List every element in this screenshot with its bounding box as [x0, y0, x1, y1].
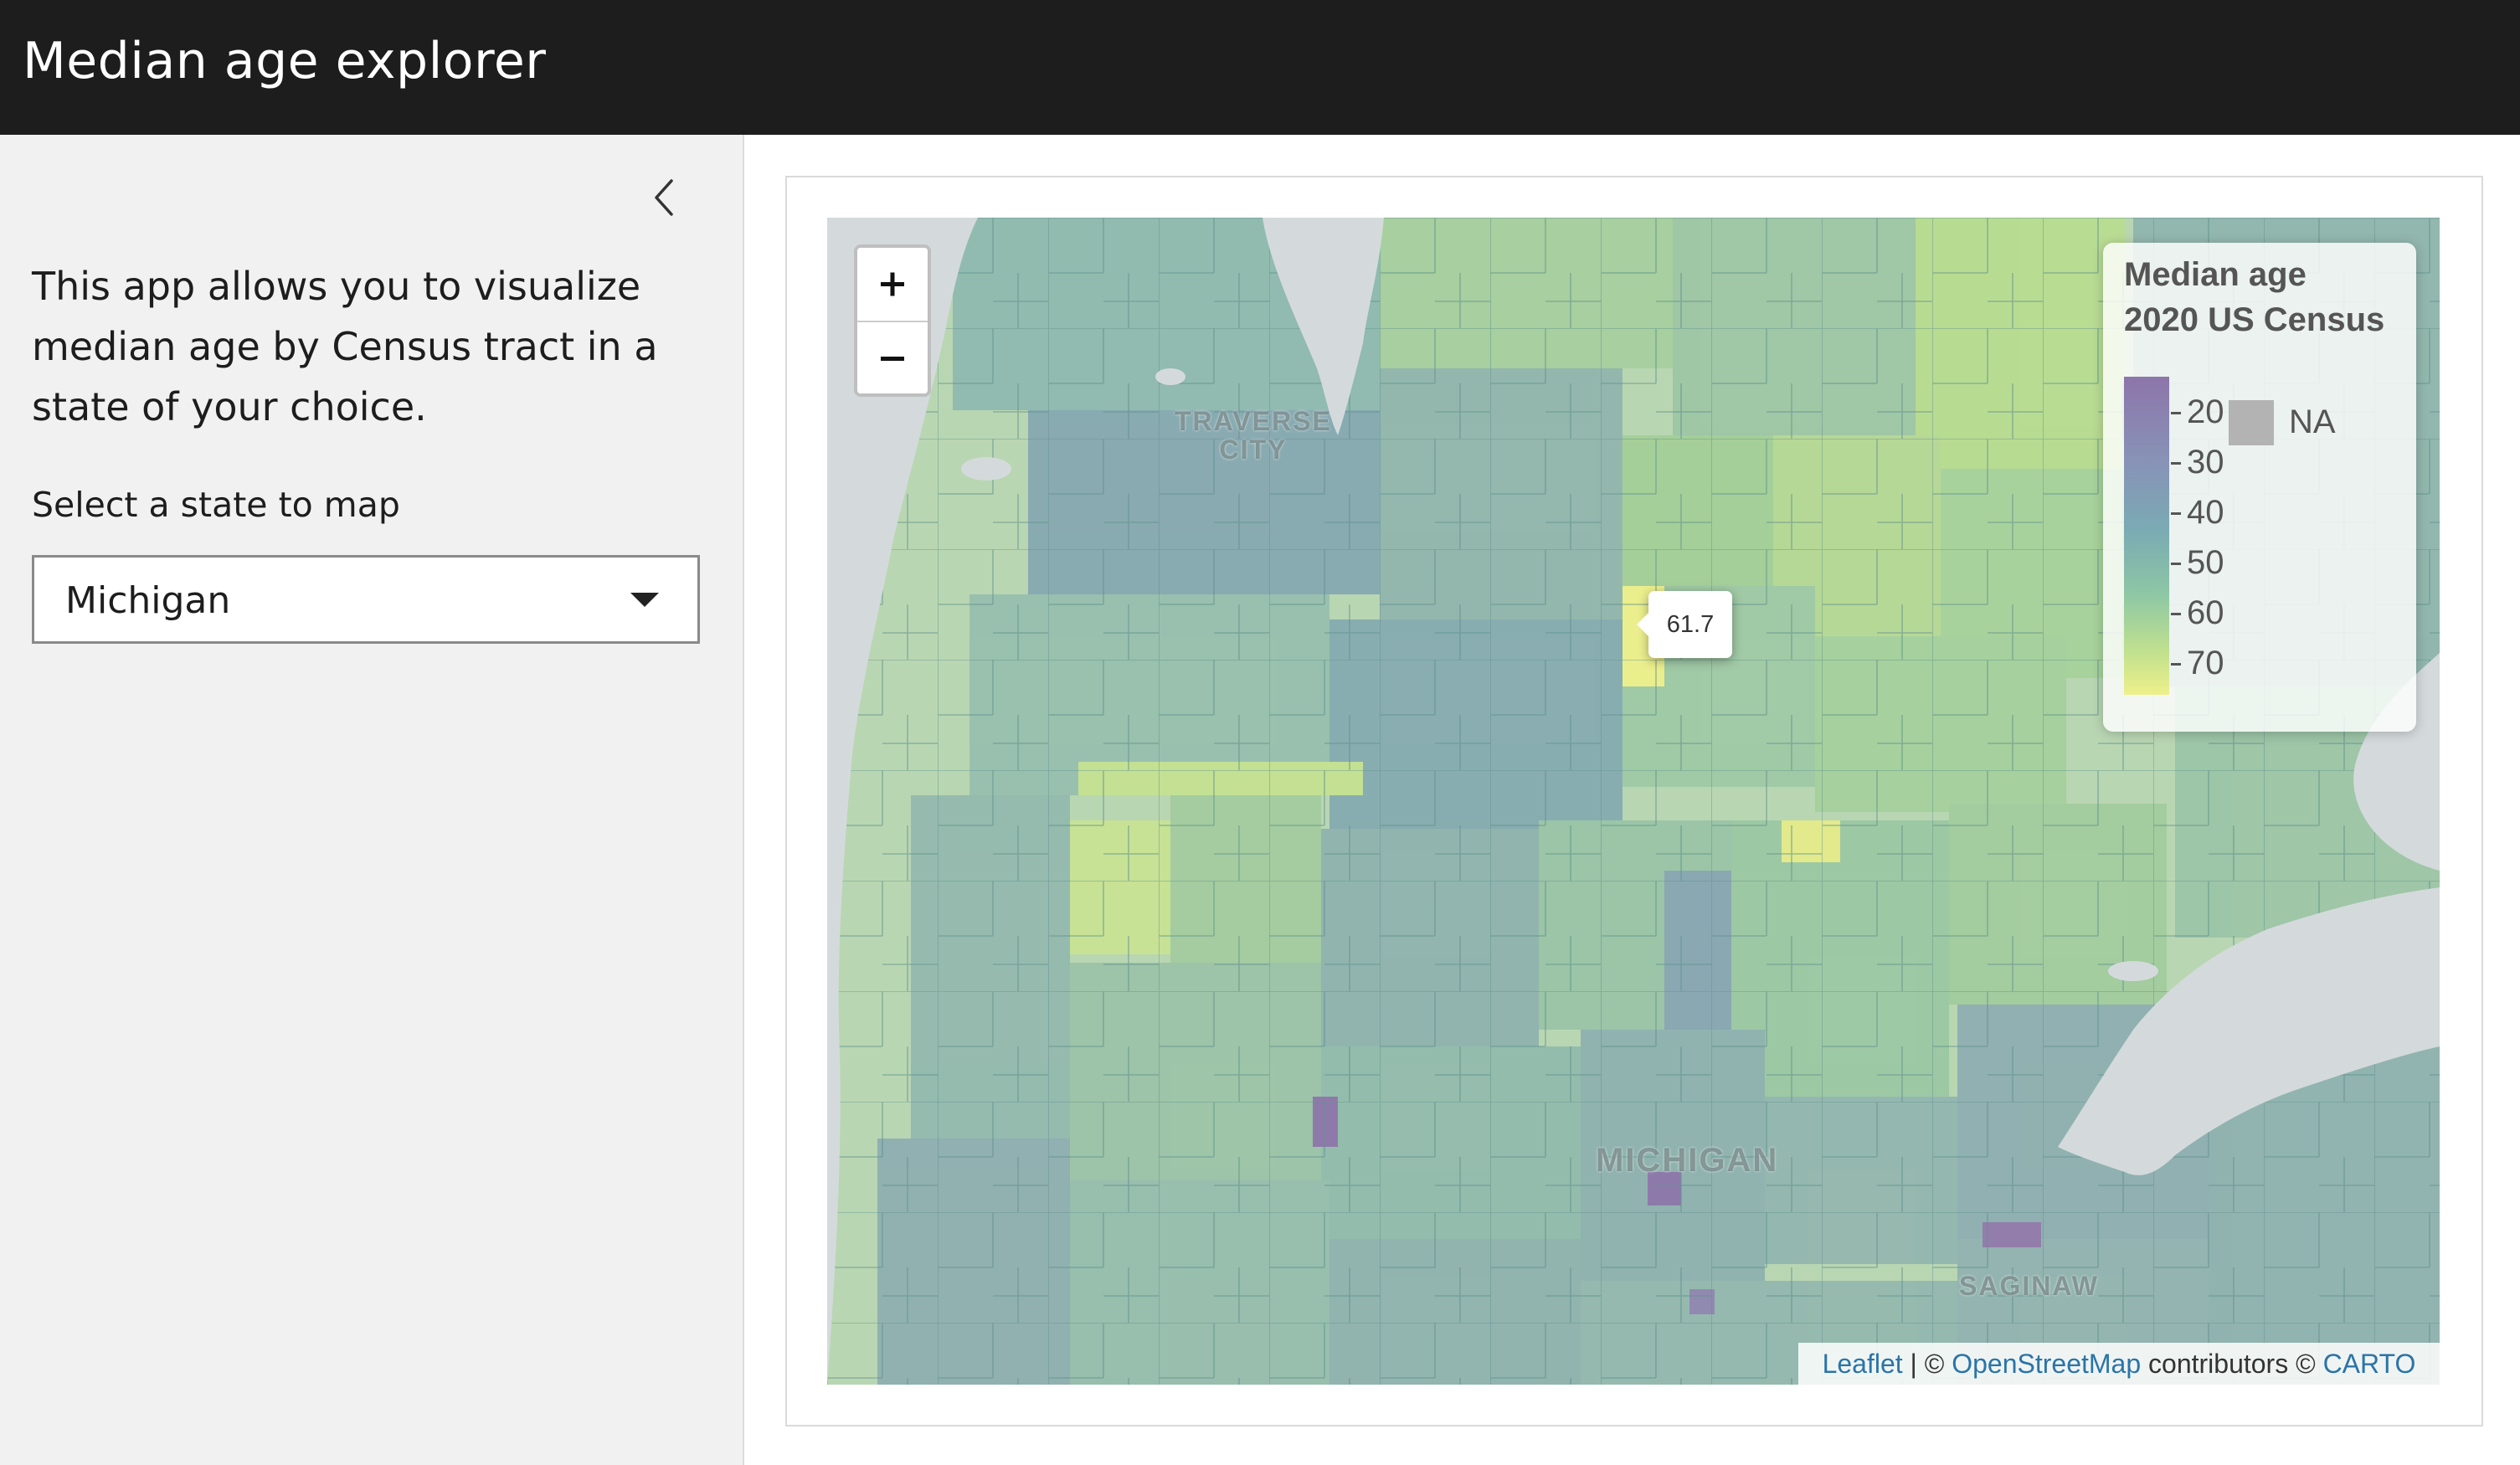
legend-tick-mark	[2171, 512, 2181, 515]
state-select[interactable]: Michigan	[32, 555, 700, 644]
minus-icon	[881, 357, 904, 361]
state-select-value: Michigan	[65, 579, 231, 622]
caret-down-icon	[630, 593, 659, 607]
map-attribution: Leaflet | © OpenStreetMap contributors ©…	[1798, 1343, 2440, 1385]
leaflet-link[interactable]: Leaflet	[1823, 1349, 1903, 1380]
tooltip-value: 61.7	[1666, 610, 1715, 638]
map-label-city: CITY	[1219, 434, 1288, 465]
legend-tick-mark	[2171, 563, 2181, 565]
legend-tick-30: 30	[2187, 444, 2224, 481]
map-legend: Median age 2020 US Census 20 30 40 50 60…	[2103, 243, 2416, 732]
map-label-michigan: MICHIGAN	[1596, 1142, 1779, 1179]
legend-tick-20: 20	[2187, 393, 2224, 430]
openstreetmap-link[interactable]: OpenStreetMap	[1952, 1349, 2141, 1380]
legend-tick-40: 40	[2187, 494, 2224, 531]
app-title: Median age explorer	[23, 32, 547, 90]
legend-color-ramp	[2124, 377, 2169, 695]
app-header: Median age explorer	[0, 0, 2520, 135]
chevron-left-icon[interactable]	[645, 172, 687, 223]
plus-icon	[881, 272, 904, 296]
map-label-traverse-city: TRAVERSE CITY	[1175, 407, 1332, 464]
state-select-label: Select a state to map	[32, 485, 400, 525]
zoom-out-button[interactable]	[857, 322, 928, 393]
carto-link[interactable]: CARTO	[2323, 1349, 2416, 1380]
map-label-saginaw: SAGINAW	[1959, 1271, 2099, 1301]
tooltip-pointer	[1637, 613, 1648, 636]
legend-na-swatch	[2229, 400, 2274, 445]
map[interactable]: TRAVERSE CITY MICHIGAN SAGINAW 61.7 Medi…	[827, 218, 2440, 1385]
legend-tick-50: 50	[2187, 544, 2224, 581]
map-tooltip: 61.7	[1637, 591, 1732, 658]
legend-tick-mark	[2171, 663, 2181, 666]
legend-tick-mark	[2171, 613, 2181, 615]
zoom-in-button[interactable]	[857, 248, 928, 322]
legend-title-line2: 2020 US Census	[2124, 301, 2385, 338]
zoom-control	[854, 244, 931, 397]
legend-tick-mark	[2171, 462, 2181, 465]
legend-tick-70: 70	[2187, 645, 2224, 681]
attribution-sep: | ©	[1902, 1348, 1952, 1379]
legend-na-label: NA	[2289, 404, 2336, 440]
map-label-traverse: TRAVERSE	[1175, 406, 1332, 436]
legend-title-line1: Median age	[2124, 256, 2307, 293]
intro-text: This app allows you to visualize median …	[32, 264, 658, 429]
attribution-contrib: contributors ©	[2141, 1348, 2323, 1379]
legend-tick-mark	[2171, 412, 2181, 414]
sidebar: This app allows you to visualize median …	[0, 135, 744, 1465]
legend-tick-60: 60	[2187, 594, 2224, 631]
